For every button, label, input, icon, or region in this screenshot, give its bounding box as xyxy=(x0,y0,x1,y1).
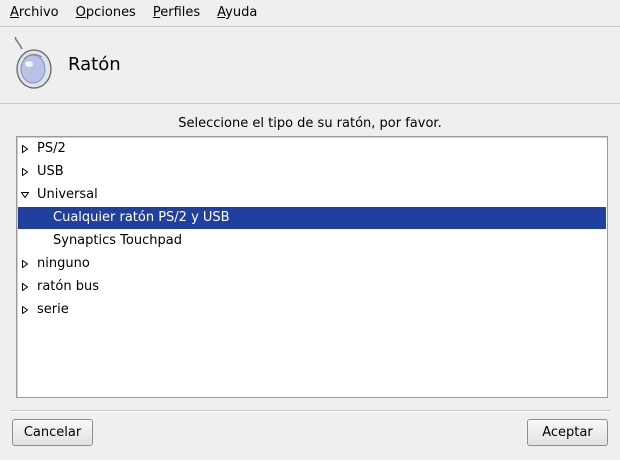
menu-archivo-accel: A xyxy=(10,5,19,20)
tree-item-label: USB xyxy=(37,164,64,179)
menu-perfiles[interactable]: Perfiles xyxy=(143,0,207,26)
expand-arrow-icon[interactable] xyxy=(21,283,29,291)
menu-archivo[interactable]: Archivo xyxy=(0,0,66,26)
header: Ratón xyxy=(0,27,620,104)
menubar: Archivo Opciones Perfiles Ayuda xyxy=(0,0,620,27)
menu-opciones-accel: O xyxy=(75,5,86,20)
collapse-arrow-icon[interactable] xyxy=(21,191,29,199)
tree-item-ninguno[interactable]: ninguno xyxy=(18,253,606,275)
menu-perfiles-rest: erfiles xyxy=(160,5,201,20)
expand-arrow-icon[interactable] xyxy=(21,168,29,176)
tree-item-label: ratón bus xyxy=(37,279,99,294)
tree-item-raton-bus[interactable]: ratón bus xyxy=(18,276,606,298)
tree-item-label: Universal xyxy=(37,187,98,202)
accept-button[interactable]: Aceptar xyxy=(527,419,608,446)
cancel-button[interactable]: Cancelar xyxy=(12,419,93,446)
expand-arrow-icon[interactable] xyxy=(21,145,29,153)
tree-item-label: ninguno xyxy=(37,256,90,271)
tree-item-cualquier-raton[interactable]: Cualquier ratón PS/2 y USB xyxy=(18,207,606,229)
tree-item-serie[interactable]: serie xyxy=(18,299,606,321)
menu-ayuda-accel: A xyxy=(217,5,226,20)
tree-item-universal[interactable]: Universal xyxy=(18,184,606,206)
tree-item-label: Cualquier ratón PS/2 y USB xyxy=(53,210,230,225)
tree-item-label: serie xyxy=(37,302,69,317)
menu-ayuda-rest: yuda xyxy=(225,5,258,20)
menu-opciones-rest: pciones xyxy=(85,5,136,20)
prompt-text: Seleccione el tipo de su ratón, por favo… xyxy=(178,116,442,131)
menu-archivo-rest: rchivo xyxy=(18,5,59,20)
separator xyxy=(10,410,610,412)
expand-arrow-icon[interactable] xyxy=(21,306,29,314)
menu-ayuda[interactable]: Ayuda xyxy=(207,0,264,26)
menu-opciones[interactable]: Opciones xyxy=(66,0,143,26)
page-title: Ratón xyxy=(68,54,121,75)
mouse-icon xyxy=(14,37,52,89)
tree-item-label: PS/2 xyxy=(37,141,66,156)
tree-item-label: Synaptics Touchpad xyxy=(53,233,182,248)
tree-item-ps2[interactable]: PS/2 xyxy=(18,138,606,160)
tree-item-usb[interactable]: USB xyxy=(18,161,606,183)
tree-item-synaptics-touchpad[interactable]: Synaptics Touchpad xyxy=(18,230,606,252)
expand-arrow-icon[interactable] xyxy=(21,260,29,268)
mouse-type-tree[interactable]: PS/2 USB Universal Cualquier ratón PS/2 … xyxy=(16,136,608,398)
